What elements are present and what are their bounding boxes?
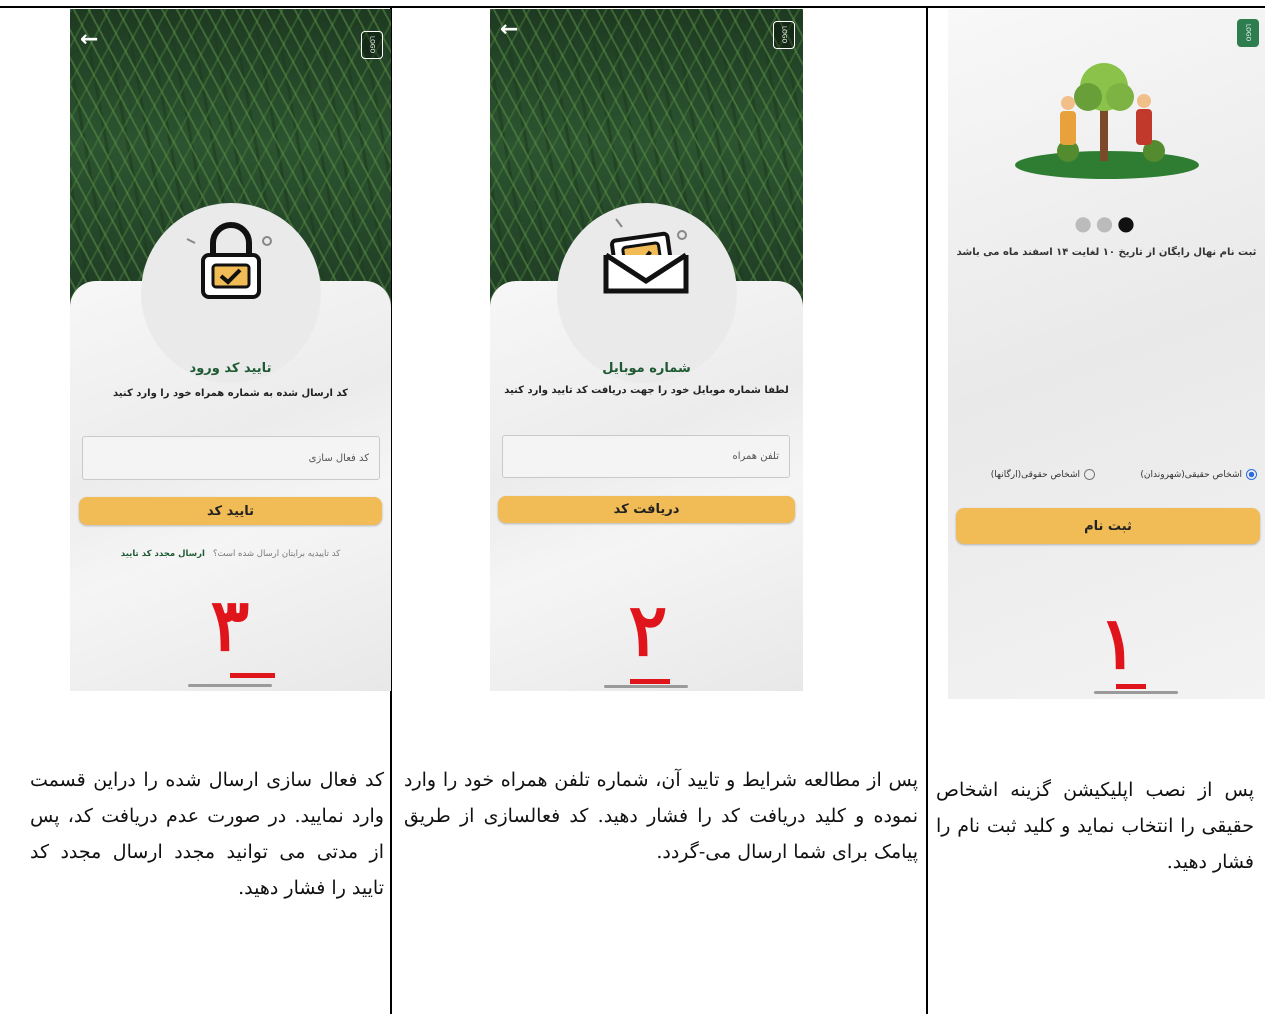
mobile-number-input[interactable]: تلفن همراه bbox=[502, 435, 790, 478]
screen-subtitle: لطفا شماره موبایل خود را جهت دریافت کد ت… bbox=[504, 385, 789, 396]
instruction-table: ← LOGO تایید کد ورود کد ارسال شده به شما… bbox=[0, 0, 1265, 1014]
phone-screen-verify-code: ← LOGO تایید کد ورود کد ارسال شده به شما… bbox=[70, 9, 391, 691]
phone-screen-mobile-number: ← LOGO شماره موبایل لطفا شماره موبایل خو… bbox=[490, 9, 803, 691]
envelope-icon bbox=[603, 218, 689, 294]
caption-step-1: پس از نصب اپلیکیشن گزینه اشخاص حقیقی را … bbox=[936, 779, 1254, 873]
caption-step-2: پس از مطالعه شرایط و تایید آن، شماره تلف… bbox=[404, 769, 918, 863]
app-logo-icon: LOGO bbox=[361, 31, 383, 59]
resend-code-link[interactable]: ارسال مجدد کد تایید bbox=[121, 549, 205, 559]
step-underline bbox=[630, 679, 670, 684]
phone-screen-register: LOGO ●●● ثبت نام نهال رایگان از تاریخ ۱۰… bbox=[948, 9, 1265, 699]
home-indicator bbox=[1094, 691, 1178, 694]
step-underline bbox=[230, 673, 275, 678]
slide-text: ثبت نام نهال رایگان از تاریخ ۱۰ لغایت ۱۴… bbox=[956, 247, 1257, 258]
activation-code-input[interactable]: کد فعال سازی bbox=[82, 436, 380, 480]
get-code-button[interactable]: دریافت کد bbox=[498, 496, 795, 523]
column-divider bbox=[926, 6, 928, 1014]
step-underline bbox=[1116, 684, 1146, 689]
gardeners-illustration bbox=[1015, 63, 1199, 179]
back-arrow-icon[interactable]: ← bbox=[80, 27, 98, 52]
caption-step-3: کد فعال سازی ارسال شده را دراین قسمت وار… bbox=[30, 769, 384, 899]
lock-icon bbox=[186, 222, 272, 299]
screen-title: شماره موبایل bbox=[602, 361, 691, 376]
radio-legal-person[interactable]: اشخاص حقوقی(ارگانها) bbox=[991, 469, 1095, 480]
register-button[interactable]: ثبت نام bbox=[956, 508, 1260, 544]
carousel-dots: ●●● bbox=[1074, 211, 1139, 235]
back-arrow-icon[interactable]: ← bbox=[500, 17, 518, 42]
screen-subtitle: کد ارسال شده به شماره همراه خود را وارد … bbox=[113, 388, 348, 399]
screen-title: تایید کد ورود bbox=[189, 361, 272, 376]
resend-question: کد تاییدیه برایتان ارسال شده است؟ bbox=[213, 549, 341, 559]
app-logo-icon: LOGO bbox=[773, 21, 795, 49]
radio-unselected-icon[interactable] bbox=[1084, 469, 1095, 480]
app-logo-icon: LOGO bbox=[1237, 19, 1259, 47]
radio-real-label: اشخاص حقیقی(شهروندان) bbox=[1140, 469, 1242, 480]
radio-real-person[interactable]: اشخاص حقیقی(شهروندان) bbox=[1140, 469, 1257, 480]
radio-selected-icon[interactable] bbox=[1246, 469, 1257, 480]
table-top-border bbox=[0, 6, 1265, 8]
step-number: ۲ bbox=[628, 587, 668, 672]
home-indicator bbox=[188, 684, 272, 687]
step-number: ۳ bbox=[210, 582, 250, 667]
resend-row: کد تاییدیه برایتان ارسال شده است؟ ارسال … bbox=[70, 549, 391, 559]
radio-legal-label: اشخاص حقوقی(ارگانها) bbox=[990, 469, 1080, 480]
step-number: ۱ bbox=[1098, 600, 1138, 685]
home-indicator bbox=[604, 685, 688, 688]
verify-code-button[interactable]: تایید کد bbox=[79, 497, 382, 525]
